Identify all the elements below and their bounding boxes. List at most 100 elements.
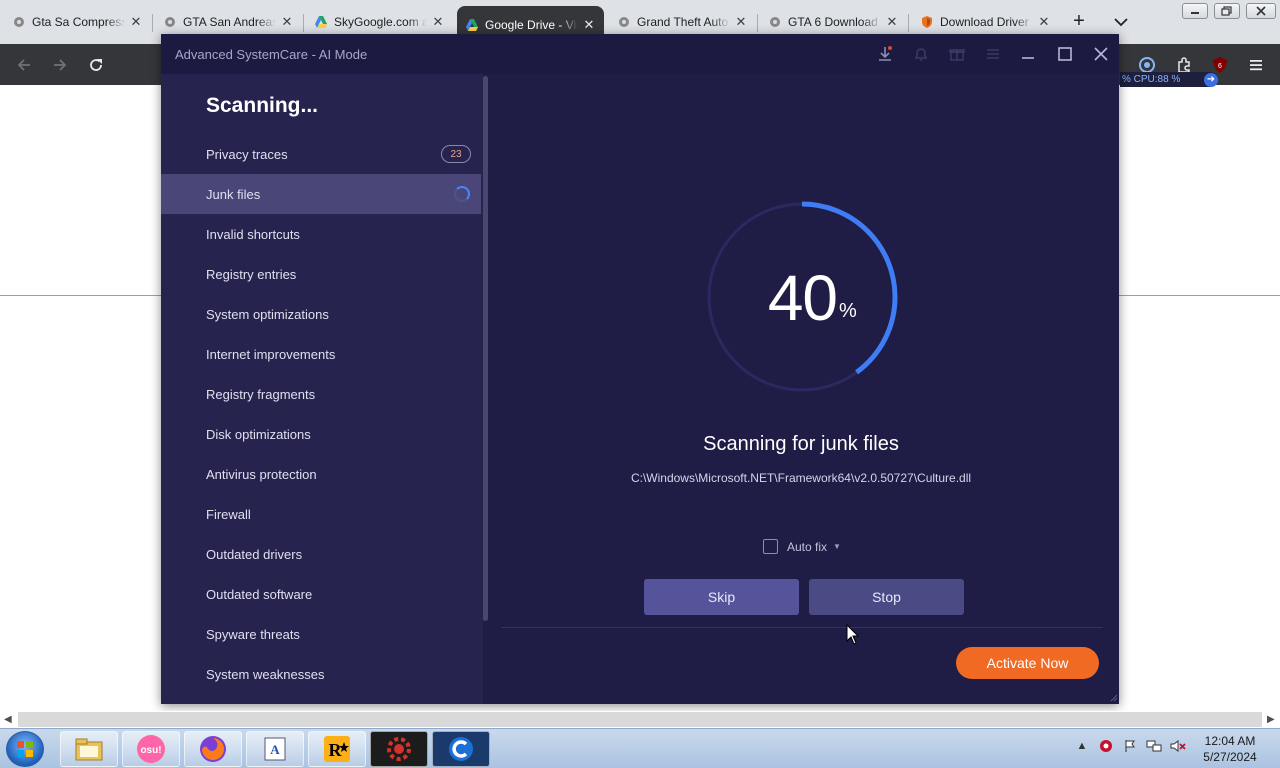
tab-separator (908, 14, 909, 32)
close-tab-icon[interactable]: ✕ (582, 17, 596, 32)
volume-muted-icon[interactable] (1170, 738, 1186, 754)
close-tab-icon[interactable]: ✕ (885, 14, 899, 29)
minimize-icon[interactable] (1018, 44, 1038, 64)
close-tab-icon[interactable]: ✕ (431, 14, 445, 29)
show-hidden-icons-arrow-icon[interactable]: ▲ (1074, 738, 1090, 754)
tab-separator (303, 14, 304, 32)
sidebar-item-outdated-software[interactable]: Outdated software (161, 574, 481, 614)
current-scan-path: C:\Windows\Microsoft.NET\Framework64\v2.… (630, 471, 972, 485)
gear-app-icon[interactable] (370, 731, 428, 767)
sidebar-item-system-optimizations[interactable]: System optimizations (161, 294, 481, 334)
close-window-button[interactable] (1246, 3, 1276, 19)
wordpad-icon[interactable]: A (246, 731, 304, 767)
cpu-usage-widget: % CPU:88 % ➜ (1120, 72, 1218, 87)
sidebar-item-label: Junk files (206, 186, 261, 202)
sidebar-item-disk-optimizations[interactable]: Disk optimizations (161, 414, 481, 454)
sidebar-item-firewall[interactable]: Firewall (161, 494, 481, 534)
close-icon[interactable] (1091, 44, 1111, 64)
bell-icon[interactable] (911, 44, 931, 64)
caret-down-icon[interactable]: ▼ (833, 542, 841, 551)
clock-date: 5/27/2024 (1203, 750, 1257, 764)
scrollbar-track[interactable] (18, 712, 1262, 727)
reload-icon[interactable] (86, 55, 106, 75)
sidebar-scrollbar[interactable] (483, 76, 488, 621)
sidebar-item-label: Privacy traces (206, 146, 288, 162)
sidebar-item-registry-entries[interactable]: Registry entries (161, 254, 481, 294)
scroll-right-arrow-icon[interactable]: ▶ (1267, 714, 1275, 725)
page-horizontal-scrollbar[interactable]: ◀ ▶ (0, 711, 1280, 728)
close-tab-icon[interactable]: ✕ (734, 14, 748, 29)
auto-fix-checkbox[interactable] (763, 539, 778, 554)
gift-icon[interactable] (947, 44, 967, 64)
auto-fix-option[interactable]: Auto fix ▼ (763, 539, 841, 554)
scan-category-sidebar: Scanning... Privacy traces 23 Junk files… (161, 74, 483, 704)
tab-title: SkyGoogle.com at (334, 15, 427, 29)
menu-icon[interactable] (983, 44, 1003, 64)
tab-title: Grand Theft Auto (637, 15, 729, 29)
forward-arrow-icon[interactable] (50, 55, 70, 75)
osu-icon[interactable]: osu! (122, 731, 180, 767)
scan-status-heading: Scanning for junk files (703, 433, 899, 455)
scroll-left-arrow-icon[interactable]: ◀ (4, 714, 12, 725)
sidebar-item-privacy-traces[interactable]: Privacy traces 23 (161, 134, 481, 174)
skip-button[interactable]: Skip (644, 579, 799, 615)
browser-menu-icon[interactable] (1246, 55, 1266, 75)
sidebar-item-system-weaknesses[interactable]: System weaknesses (161, 654, 481, 694)
stop-button[interactable]: Stop (809, 579, 964, 615)
sidebar-item-invalid-shortcuts[interactable]: Invalid shortcuts (161, 214, 481, 254)
sidebar-item-registry-fragments[interactable]: Registry fragments (161, 374, 481, 414)
ccleaner-icon[interactable] (432, 731, 490, 767)
gta-favicon-icon (768, 15, 782, 29)
close-tab-icon[interactable]: ✕ (129, 14, 143, 29)
tab-title: Gta Sa Compressed (32, 15, 125, 29)
tab-separator (757, 14, 758, 32)
rockstar-icon[interactable]: R (308, 731, 366, 767)
auto-fix-label: Auto fix (787, 539, 828, 554)
maximize-icon[interactable] (1055, 44, 1075, 64)
mouse-cursor-icon (846, 624, 860, 645)
close-tab-icon[interactable]: ✕ (280, 14, 294, 29)
network-icon[interactable] (1146, 738, 1162, 754)
svg-text:A: A (270, 742, 280, 757)
percent-sign: % (839, 300, 857, 322)
firefox-icon[interactable] (184, 731, 242, 767)
resize-grip-icon[interactable] (1108, 692, 1118, 702)
sidebar-item-spyware-threats[interactable]: Spyware threats (161, 614, 481, 654)
activate-now-button[interactable]: Activate Now (956, 647, 1099, 679)
sidebar-item-label: Outdated software (206, 586, 313, 602)
sidebar-item-label: System weaknesses (206, 666, 325, 682)
sidebar-item-internet-improvements[interactable]: Internet improvements (161, 334, 481, 374)
tab-separator (152, 14, 153, 32)
sidebar-item-label: Spyware threats (206, 626, 300, 642)
arrow-right-icon[interactable]: ➜ (1204, 72, 1218, 87)
sidebar-item-label: Antivirus protection (206, 466, 317, 482)
windows-logo-icon (17, 741, 33, 757)
sidebar-item-label: Registry fragments (206, 386, 316, 402)
back-arrow-icon[interactable] (14, 55, 34, 75)
sidebar-item-outdated-drivers[interactable]: Outdated drivers (161, 534, 481, 574)
download-icon[interactable] (875, 44, 895, 64)
file-explorer-icon[interactable] (60, 731, 118, 767)
close-tab-icon[interactable]: ✕ (1037, 14, 1051, 29)
sidebar-item-antivirus-protection[interactable]: Antivirus protection (161, 454, 481, 494)
tab-search-chevron-icon[interactable] (1112, 12, 1130, 32)
footer-divider (501, 627, 1103, 628)
security-tray-icon[interactable] (1098, 738, 1114, 754)
google-drive-favicon-icon (314, 15, 328, 29)
start-button[interactable] (6, 731, 44, 767)
cpu-usage-text: % CPU:88 % (1122, 74, 1181, 85)
new-tab-button[interactable]: + (1069, 11, 1089, 32)
advanced-systemcare-window: Advanced SystemCare - AI Mode Scanning..… (161, 34, 1119, 704)
gta-favicon-icon (12, 15, 26, 29)
tab-title: Google Drive - Virus (485, 18, 578, 32)
system-clock[interactable]: 12:04 AM 5/27/2024 (1197, 733, 1263, 765)
svg-text:R: R (329, 740, 343, 760)
browser-tab[interactable]: Gta Sa Compressed ✕ (4, 6, 151, 38)
svg-text:osu!: osu! (140, 745, 161, 756)
page-divider (0, 295, 161, 296)
restore-window-button[interactable] (1214, 3, 1240, 19)
sidebar-item-label: Firewall (206, 506, 251, 522)
sidebar-item-junk-files[interactable]: Junk files (161, 174, 481, 214)
minimize-window-button[interactable] (1182, 3, 1208, 19)
action-center-flag-icon[interactable] (1122, 738, 1138, 754)
